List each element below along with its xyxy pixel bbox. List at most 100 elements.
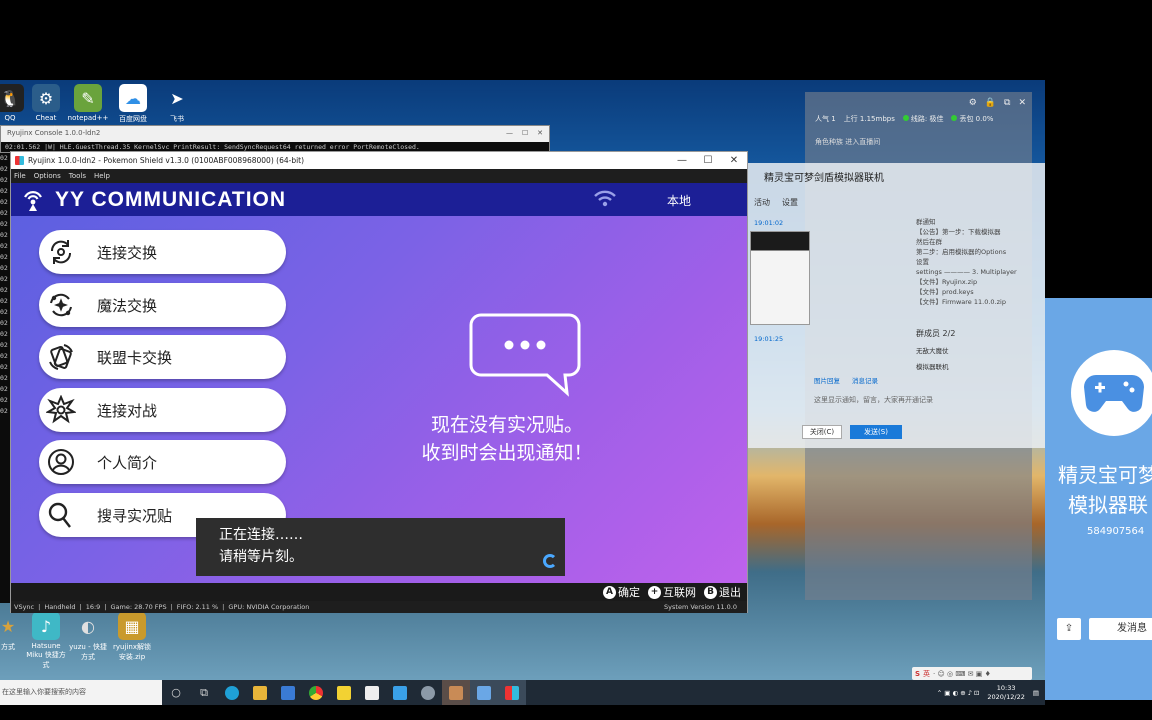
share-button[interactable]: ⇪	[1057, 618, 1081, 640]
console-timestamp: 02	[0, 330, 8, 338]
tab-activity[interactable]: 活动	[754, 197, 770, 208]
send-button[interactable]: 发送(S)	[850, 425, 902, 439]
lock-icon[interactable]: 🔒	[985, 98, 996, 108]
league-card-icon	[45, 341, 77, 373]
b-button-icon: B	[704, 585, 717, 599]
console-timestamp: 02	[0, 286, 8, 294]
emulator-titlebar[interactable]: Ryujinx 1.0.0-ldn2 - Pokemon Shield v1.3…	[11, 152, 747, 169]
sogou-icon: S	[915, 669, 921, 678]
settings-icon[interactable]: ⚙	[969, 98, 977, 108]
profile-icon	[45, 446, 77, 478]
console-titlebar[interactable]: Ryujinx Console 1.0.0-ldn2 — ☐ ✕	[1, 126, 549, 142]
desktop-icon-baidu-pan[interactable]: ☁ 百度网盘	[111, 84, 155, 124]
console-timestamp: 02	[0, 374, 8, 382]
vsync-toggle[interactable]: VSync	[14, 603, 34, 611]
share-icon: ⇪	[1064, 623, 1074, 634]
magic-trade-button[interactable]: 魔法交换	[39, 283, 286, 327]
member-item[interactable]: 模拟器联机	[916, 361, 955, 371]
desktop-icon-yuzu[interactable]: ◐ yuzu - 快捷方式	[66, 612, 110, 662]
game-app-icon[interactable]	[442, 680, 470, 705]
menu-tools[interactable]: Tools	[69, 172, 86, 180]
speech-bubble-icon	[469, 313, 581, 401]
send-message-button[interactable]: 发消息	[1089, 618, 1152, 640]
console-timestamp-strip: 02 02 02 02 02 02 02 02 02 02 02 02 02 02 02 02 02 02 02 02…	[0, 153, 10, 603]
link-trade-button[interactable]: 连接交换	[39, 230, 286, 274]
console-timestamp: 02	[0, 154, 8, 162]
settings-app-icon[interactable]	[414, 680, 442, 705]
clock[interactable]: 10:33 2020/12/22	[987, 684, 1024, 702]
file-explorer-icon[interactable]	[246, 680, 274, 705]
ime-tools-icon[interactable]: · ☺ ◎ ⌨ ✉ ▣ ♦	[933, 670, 991, 678]
feishu-icon[interactable]	[386, 680, 414, 705]
hint-internet: + 互联网	[648, 584, 696, 600]
console-timestamp: 02	[0, 209, 8, 217]
desktop-icon-feishu[interactable]: ➤ 飞书	[155, 84, 199, 124]
taskbar-search-input[interactable]: 在这里输入你要搜索的内容	[0, 680, 162, 705]
desktop-icon-zip[interactable]: ▦ ryujinx解锁安装.zip	[110, 612, 154, 662]
notification-icon[interactable]: ▤	[1033, 689, 1039, 697]
connection-mode-label: 本地	[667, 194, 692, 208]
ryujinx-icon	[15, 156, 24, 165]
member-item[interactable]: 无敌大魔仗	[916, 345, 955, 355]
group-notice: 群通知 【公告】第一步：下载模拟器 然后在群 第二步：启用模拟器的Options…	[916, 218, 1017, 306]
link-trade-icon	[45, 236, 77, 268]
edge-icon[interactable]	[218, 680, 246, 705]
tab-settings[interactable]: 设置	[782, 197, 798, 208]
screen: 🐧 QQ ⚙ Cheat ✎ notepad++ ☁ 百度网盘 ➤ 飞书 ★ 方…	[0, 0, 1152, 720]
timeline-icon[interactable]: ⧉	[190, 680, 218, 705]
loading-spinner-icon	[543, 554, 557, 568]
console-timestamp: 02	[0, 165, 8, 173]
restore-icon[interactable]: ⧉	[1004, 98, 1010, 108]
chrome-icon[interactable]	[302, 680, 330, 705]
yy-panel-controls: ⚙ 🔒 ⧉ ✕	[969, 98, 1026, 108]
ryujinx-app-icon[interactable]	[498, 680, 526, 705]
close-chat-button[interactable]: 关闭(C)	[802, 425, 842, 439]
menu-help[interactable]: Help	[94, 172, 110, 180]
hint-confirm: A 确定	[603, 584, 640, 600]
notepad-icon: ✎	[74, 84, 102, 112]
close-button[interactable]: ✕	[721, 155, 747, 166]
minimize-button[interactable]: —	[669, 155, 695, 166]
console-window-controls[interactable]: — ☐ ✕	[506, 129, 543, 139]
link-battle-button[interactable]: 连接对战	[39, 388, 286, 432]
desktop-icon-cheat[interactable]: ⚙ Cheat	[24, 84, 68, 122]
console-timestamp: 02	[0, 396, 8, 404]
yy-app-icon[interactable]	[470, 680, 498, 705]
gear-icon: ⚙	[32, 84, 60, 112]
menu-file[interactable]: File	[14, 172, 26, 180]
magic-trade-icon	[45, 289, 77, 321]
ryujinx-console-window[interactable]: Ryujinx Console 1.0.0-ldn2 — ☐ ✕ 02:01.5…	[0, 125, 550, 153]
chat-input[interactable]: 这里显示通知，留言，大家再开通记录	[814, 395, 933, 405]
sticky-notes-icon[interactable]	[330, 680, 358, 705]
chat-image-thumbnail[interactable]	[750, 231, 810, 325]
system-tray: ⌃ ▣ ◐ ⊕ ♪ ⊡ 10:33 2020/12/22 ▤	[937, 684, 1045, 702]
desktop-icon-notepad[interactable]: ✎ notepad++	[66, 84, 110, 122]
task-view-icon[interactable]: ○	[162, 680, 190, 705]
app-title: YY COMMUNICATION	[55, 187, 287, 211]
taskbar: 在这里输入你要搜索的内容 ○ ⧉ ⌃ ▣ ◐ ⊕ ♪ ⊡ 10:33 2020/…	[0, 680, 1045, 705]
console-timestamp: 02	[0, 220, 8, 228]
desktop-icon-miku[interactable]: ♪ Hatsune Miku 快捷方式	[24, 612, 68, 670]
mail-icon[interactable]	[274, 680, 302, 705]
console-timestamp: 02	[0, 297, 8, 305]
menu-options[interactable]: Options	[34, 172, 61, 180]
league-card-trade-button[interactable]: 联盟卡交换	[39, 335, 286, 379]
chat-title: 精灵宝可梦剑盾模拟器联机	[764, 173, 884, 184]
qq-icon: 🐧	[0, 84, 24, 112]
battle-icon	[45, 394, 77, 426]
group-members: 群成员 2/2 无敌大魔仗 模拟器联机	[916, 329, 956, 371]
close-icon[interactable]: ✕	[1018, 98, 1026, 108]
tray-icons[interactable]: ⌃ ▣ ◐ ⊕ ♪ ⊡	[937, 689, 980, 697]
qq-group-chat-window[interactable]: 精灵宝可梦剑盾模拟器联机 活动 设置 19:01:02 19:01:25 群通知…	[748, 163, 1045, 448]
console-timestamp: 02	[0, 308, 8, 316]
ryujinx-window[interactable]: Ryujinx 1.0.0-ldn2 - Pokemon Shield v1.3…	[10, 151, 748, 613]
music-icon: ♪	[32, 612, 60, 640]
profile-button[interactable]: 个人简介	[39, 440, 286, 484]
store-icon[interactable]	[358, 680, 386, 705]
chat-tool-tabs: 图片回复 消息记录	[814, 377, 878, 385]
cloud-icon: ☁	[119, 84, 147, 112]
hint-exit: B 退出	[704, 584, 741, 600]
empty-state-message: 现在没有实况贴。 收到时会出现通知！	[421, 414, 593, 464]
ime-toolbar[interactable]: S 英 · ☺ ◎ ⌨ ✉ ▣ ♦	[912, 667, 1032, 680]
maximize-button[interactable]: ☐	[695, 155, 721, 166]
